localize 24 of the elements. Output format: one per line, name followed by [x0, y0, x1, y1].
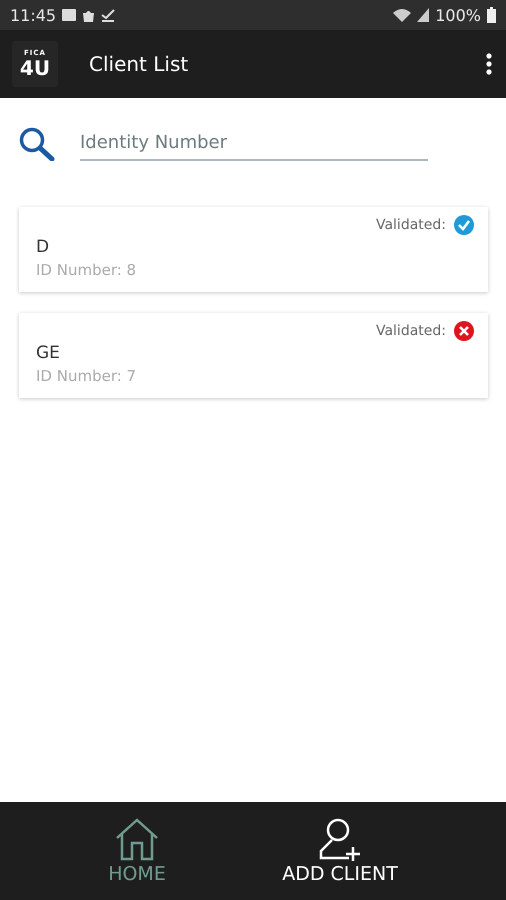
validated-label: Validated: [376, 217, 446, 233]
add-user-icon [317, 817, 363, 861]
client-name: D [36, 237, 50, 257]
check-icon [101, 8, 116, 22]
battery-level: 100% [435, 6, 481, 24]
clock: 11:45 [10, 6, 56, 24]
nav-tab[interactable]: ADD CLIENT [272, 802, 408, 900]
wifi-icon [393, 8, 412, 22]
search-icon[interactable] [18, 126, 56, 160]
logo-text: 4U [20, 57, 50, 79]
battery-icon [487, 7, 496, 23]
nav-tab[interactable]: HOME [98, 802, 176, 900]
client-id: ID Number: 7 [36, 367, 138, 385]
more-menu-icon[interactable] [486, 53, 492, 75]
client-card[interactable]: Validated: GE ID Number: 7 [19, 313, 488, 398]
client-name: GE [36, 343, 61, 363]
screen-title: Client List [89, 52, 190, 76]
home-icon [114, 817, 160, 861]
validated-label: Validated: [376, 323, 446, 339]
client-id: ID Number: 8 [36, 261, 138, 279]
client-card[interactable]: Validated: D ID Number: 8 [19, 207, 488, 292]
image-icon [62, 9, 76, 21]
signal-icon [417, 8, 430, 22]
bag-icon [82, 8, 96, 22]
